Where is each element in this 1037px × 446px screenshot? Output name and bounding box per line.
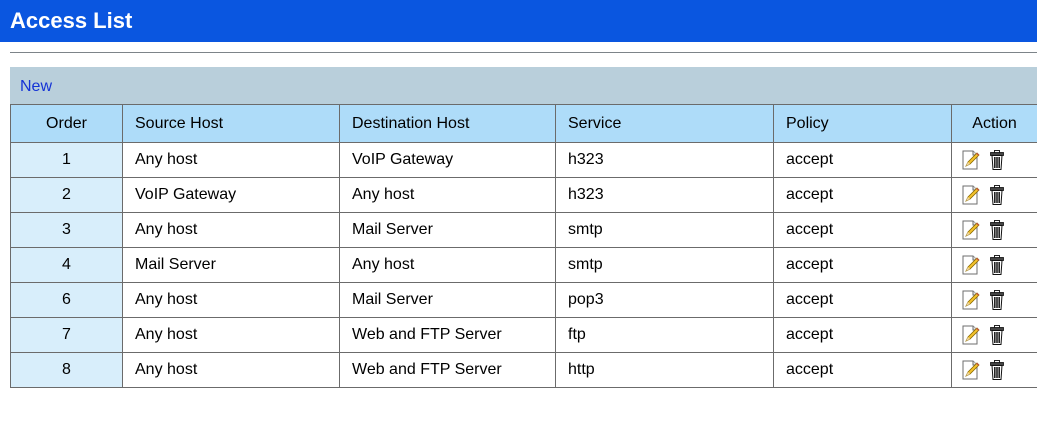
cell-source-host: Mail Server — [122, 247, 340, 283]
cell-action — [951, 282, 1037, 318]
cell-service: smtp — [555, 247, 774, 283]
cell-service: pop3 — [555, 282, 774, 318]
cell-destination-host: Mail Server — [339, 212, 556, 248]
access-list-table: Order Source Host Destination Host Servi… — [10, 104, 1037, 388]
table-row: 7 Any host Web and FTP Server ftp accept — [10, 317, 1037, 353]
table-row: 8 Any host Web and FTP Server http accept — [10, 352, 1037, 388]
edit-icon[interactable] — [962, 325, 980, 345]
cell-policy: accept — [773, 177, 952, 213]
table-row: 2 VoIP Gateway Any host h323 accept — [10, 177, 1037, 213]
cell-source-host: Any host — [122, 212, 340, 248]
cell-destination-host: VoIP Gateway — [339, 142, 556, 178]
cell-service: http — [555, 352, 774, 388]
cell-action — [951, 177, 1037, 213]
cell-policy: accept — [773, 282, 952, 318]
cell-action — [951, 142, 1037, 178]
edit-icon[interactable] — [962, 290, 980, 310]
column-header-action: Action — [951, 104, 1037, 143]
cell-service: h323 — [555, 142, 774, 178]
trash-icon[interactable] — [990, 325, 1004, 345]
cell-action — [951, 352, 1037, 388]
cell-policy: accept — [773, 317, 952, 353]
cell-order: 7 — [10, 317, 123, 353]
cell-policy: accept — [773, 247, 952, 283]
cell-order: 1 — [10, 142, 123, 178]
trash-icon[interactable] — [990, 255, 1004, 275]
cell-order: 3 — [10, 212, 123, 248]
table-row: 4 Mail Server Any host smtp accept — [10, 247, 1037, 283]
trash-icon[interactable] — [990, 150, 1004, 170]
table-header-row: Order Source Host Destination Host Servi… — [10, 104, 1037, 143]
edit-icon[interactable] — [962, 360, 980, 380]
trash-icon[interactable] — [990, 185, 1004, 205]
cell-service: ftp — [555, 317, 774, 353]
column-header-destination-host[interactable]: Destination Host — [339, 104, 556, 143]
page-title: Access List — [0, 0, 1037, 42]
column-header-source-host[interactable]: Source Host — [122, 104, 340, 143]
cell-source-host: Any host — [122, 317, 340, 353]
cell-destination-host: Web and FTP Server — [339, 317, 556, 353]
title-divider — [10, 52, 1037, 53]
cell-service: smtp — [555, 212, 774, 248]
column-header-policy[interactable]: Policy — [773, 104, 952, 143]
trash-icon[interactable] — [990, 220, 1004, 240]
cell-action — [951, 317, 1037, 353]
cell-destination-host: Web and FTP Server — [339, 352, 556, 388]
cell-order: 4 — [10, 247, 123, 283]
cell-order: 2 — [10, 177, 123, 213]
cell-source-host: Any host — [122, 352, 340, 388]
trash-icon[interactable] — [990, 290, 1004, 310]
cell-action — [951, 247, 1037, 283]
cell-order: 6 — [10, 282, 123, 318]
column-header-order[interactable]: Order — [10, 104, 123, 143]
cell-order: 8 — [10, 352, 123, 388]
cell-destination-host: Mail Server — [339, 282, 556, 318]
cell-destination-host: Any host — [339, 247, 556, 283]
table-row: 6 Any host Mail Server pop3 accept — [10, 282, 1037, 318]
edit-icon[interactable] — [962, 255, 980, 275]
table-row: 3 Any host Mail Server smtp accept — [10, 212, 1037, 248]
new-rule-link[interactable]: New — [20, 78, 52, 96]
column-header-service[interactable]: Service — [555, 104, 774, 143]
cell-source-host: Any host — [122, 282, 340, 318]
trash-icon[interactable] — [990, 360, 1004, 380]
toolbar: New — [10, 67, 1037, 104]
cell-policy: accept — [773, 352, 952, 388]
edit-icon[interactable] — [962, 185, 980, 205]
cell-action — [951, 212, 1037, 248]
cell-policy: accept — [773, 142, 952, 178]
cell-source-host: VoIP Gateway — [122, 177, 340, 213]
edit-icon[interactable] — [962, 220, 980, 240]
edit-icon[interactable] — [962, 150, 980, 170]
cell-service: h323 — [555, 177, 774, 213]
cell-source-host: Any host — [122, 142, 340, 178]
cell-policy: accept — [773, 212, 952, 248]
table-row: 1 Any host VoIP Gateway h323 accept — [10, 142, 1037, 178]
cell-destination-host: Any host — [339, 177, 556, 213]
